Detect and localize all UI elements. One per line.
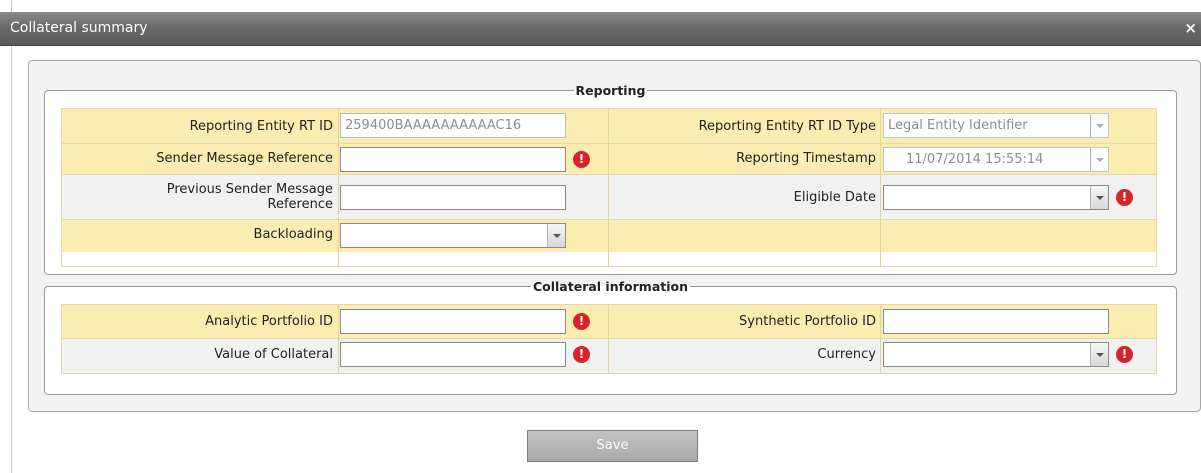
- sender-message-reference-label: Sender Message Reference: [156, 151, 333, 166]
- eligible-date-select[interactable]: [883, 185, 1109, 210]
- previous-sender-message-reference-label-line2: Reference: [267, 197, 333, 212]
- previous-sender-message-reference-field[interactable]: [340, 185, 566, 210]
- previous-sender-message-reference-label-line1: Previous Sender Message: [166, 182, 333, 197]
- collateral-information-legend: Collateral information: [532, 279, 689, 294]
- close-icon[interactable]: ×: [1184, 20, 1197, 36]
- background-page-edge: [0, 0, 12, 473]
- required-alert-icon: !: [573, 313, 590, 330]
- required-alert-icon: !: [1116, 346, 1133, 363]
- chevron-down-icon[interactable]: [1090, 114, 1108, 137]
- chevron-down-icon[interactable]: [547, 224, 565, 247]
- reporting-entity-rt-id-type-value: Legal Entity Identifier: [888, 118, 1028, 133]
- required-alert-icon: !: [573, 346, 590, 363]
- currency-select[interactable]: [883, 342, 1109, 367]
- chevron-down-icon[interactable]: [1090, 343, 1108, 366]
- synthetic-portfolio-id-field[interactable]: [883, 309, 1109, 334]
- reporting-timestamp-label: Reporting Timestamp: [736, 151, 876, 166]
- chevron-down-icon[interactable]: [1090, 148, 1108, 171]
- reporting-entity-rt-id-type-select[interactable]: Legal Entity Identifier: [883, 113, 1109, 138]
- required-alert-icon: !: [573, 151, 590, 168]
- required-alert-icon: !: [1116, 189, 1133, 206]
- reporting-section: Reporting Reporting Entity RT ID Reporti…: [44, 83, 1177, 275]
- dialog-title: Collateral summary: [10, 20, 148, 36]
- collateral-grid: Analytic Portfolio ID ! Synthetic Portfo…: [61, 304, 1157, 374]
- analytic-portfolio-id-field[interactable]: [340, 309, 566, 334]
- currency-label: Currency: [817, 347, 876, 362]
- reporting-timestamp-value: 11/07/2014 15:55:14: [906, 152, 1044, 167]
- reporting-entity-rt-id-label: Reporting Entity RT ID: [189, 119, 333, 134]
- value-of-collateral-label: Value of Collateral: [214, 347, 333, 362]
- previous-sender-message-reference-label: Previous Sender Message Reference: [62, 182, 333, 212]
- synthetic-portfolio-id-label: Synthetic Portfolio ID: [739, 314, 876, 329]
- dialog-body: Reporting Reporting Entity RT ID Reporti…: [12, 46, 1201, 473]
- reporting-grid: Reporting Entity RT ID Reporting Entity …: [61, 108, 1157, 267]
- reporting-legend: Reporting: [575, 83, 646, 98]
- sender-message-reference-field[interactable]: [340, 147, 566, 172]
- value-of-collateral-field[interactable]: [340, 342, 566, 367]
- reporting-entity-rt-id-type-label: Reporting Entity RT ID Type: [698, 119, 876, 134]
- collateral-information-section: Collateral information Analytic Portfoli…: [44, 279, 1177, 395]
- backloading-select[interactable]: [340, 223, 566, 248]
- reporting-entity-rt-id-field[interactable]: [340, 113, 566, 138]
- eligible-date-label: Eligible Date: [793, 190, 876, 205]
- backloading-label: Backloading: [253, 227, 333, 242]
- chevron-down-icon[interactable]: [1090, 186, 1108, 209]
- dialog-titlebar: Collateral summary ×: [0, 12, 1201, 46]
- save-button[interactable]: Save: [527, 430, 698, 462]
- reporting-timestamp-select[interactable]: 11/07/2014 15:55:14: [883, 147, 1109, 172]
- analytic-portfolio-id-label: Analytic Portfolio ID: [205, 314, 333, 329]
- form-panel: Reporting Reporting Entity RT ID Reporti…: [28, 60, 1201, 412]
